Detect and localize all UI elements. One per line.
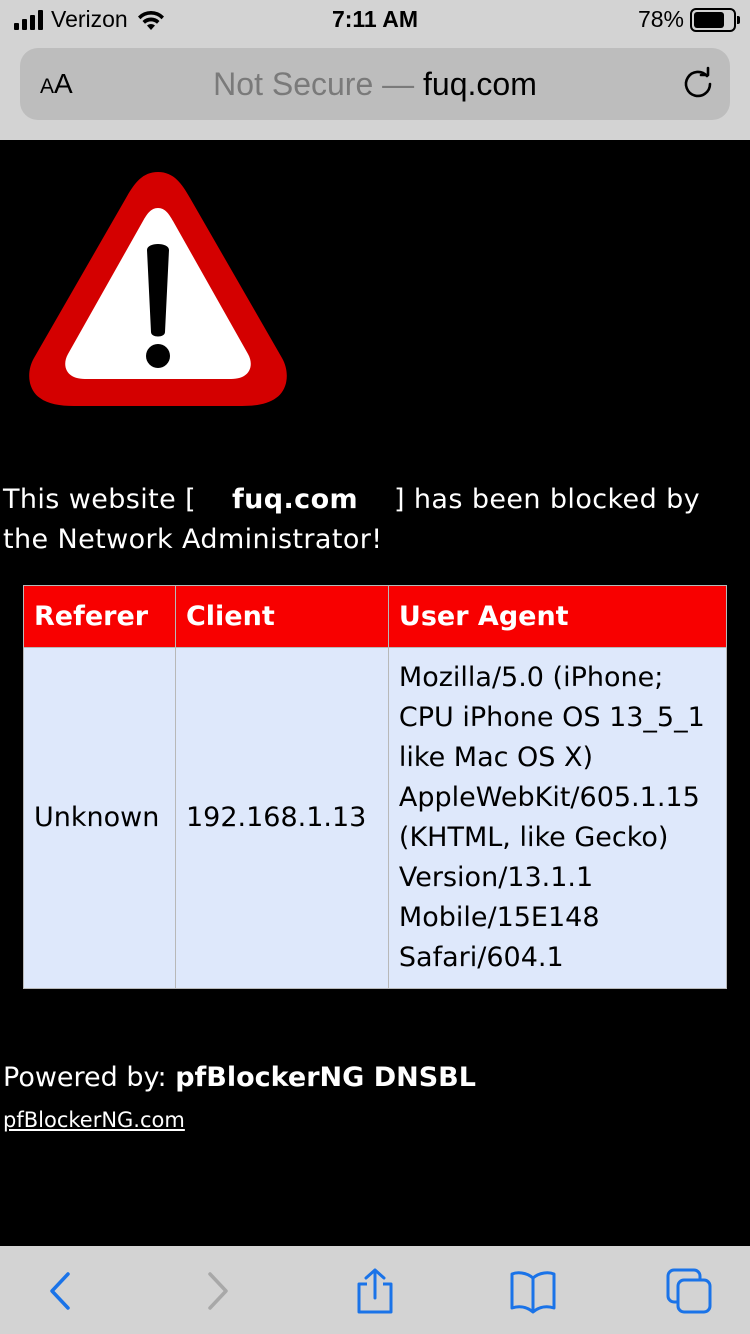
column-header-client: Client xyxy=(174,585,389,648)
reload-icon[interactable] xyxy=(680,66,716,102)
warning-icon xyxy=(29,172,287,406)
back-icon[interactable] xyxy=(38,1268,84,1314)
browser-chrome: AA Not Secure — fuq.com xyxy=(0,40,750,140)
powered-by: Powered by: pfBlockerNG DNSBL xyxy=(3,1062,476,1093)
battery-percent: 78% xyxy=(637,6,684,32)
column-header-user-agent: User Agent xyxy=(387,585,728,648)
cell-client: 192.168.1.13 xyxy=(174,647,389,989)
url-display[interactable]: Not Secure — fuq.com xyxy=(20,66,730,103)
powered-name: pfBlockerNG DNSBL xyxy=(175,1062,476,1093)
address-bar[interactable]: AA Not Secure — fuq.com xyxy=(20,48,730,120)
security-label: Not Secure — xyxy=(213,66,415,102)
pfblockerng-link[interactable]: pfBlockerNG.com xyxy=(3,1108,185,1132)
blocked-domain: fuq.com xyxy=(232,484,359,515)
url-host: fuq.com xyxy=(423,66,537,102)
bookmarks-icon[interactable] xyxy=(510,1268,556,1314)
browser-toolbar xyxy=(0,1246,750,1334)
cell-user-agent: Mozilla/5.0 (iPhone; CPU iPhone OS 13_5_… xyxy=(387,647,728,989)
table-header-row: Referer Client User Agent xyxy=(23,585,728,648)
status-right: 78% xyxy=(637,6,740,33)
message-prefix: This website [ xyxy=(3,484,197,515)
powered-label: Powered by: xyxy=(3,1062,167,1093)
battery-icon xyxy=(690,7,740,32)
page-content: This website [ fuq.com ] has been blocke… xyxy=(0,140,750,1246)
tabs-icon[interactable] xyxy=(666,1268,712,1314)
blocked-message: This website [ fuq.com ] has been blocke… xyxy=(3,480,743,560)
forward-icon xyxy=(208,1272,228,1310)
status-bar: Verizon 7:11 AM 78% xyxy=(0,0,750,40)
table-row: Unknown 192.168.1.13 Mozilla/5.0 (iPhone… xyxy=(23,647,728,989)
column-header-referer: Referer xyxy=(23,585,176,648)
request-info-table: Referer Client User Agent Unknown 192.16… xyxy=(23,585,728,989)
cell-referer: Unknown xyxy=(23,647,176,989)
share-icon[interactable] xyxy=(352,1268,398,1314)
